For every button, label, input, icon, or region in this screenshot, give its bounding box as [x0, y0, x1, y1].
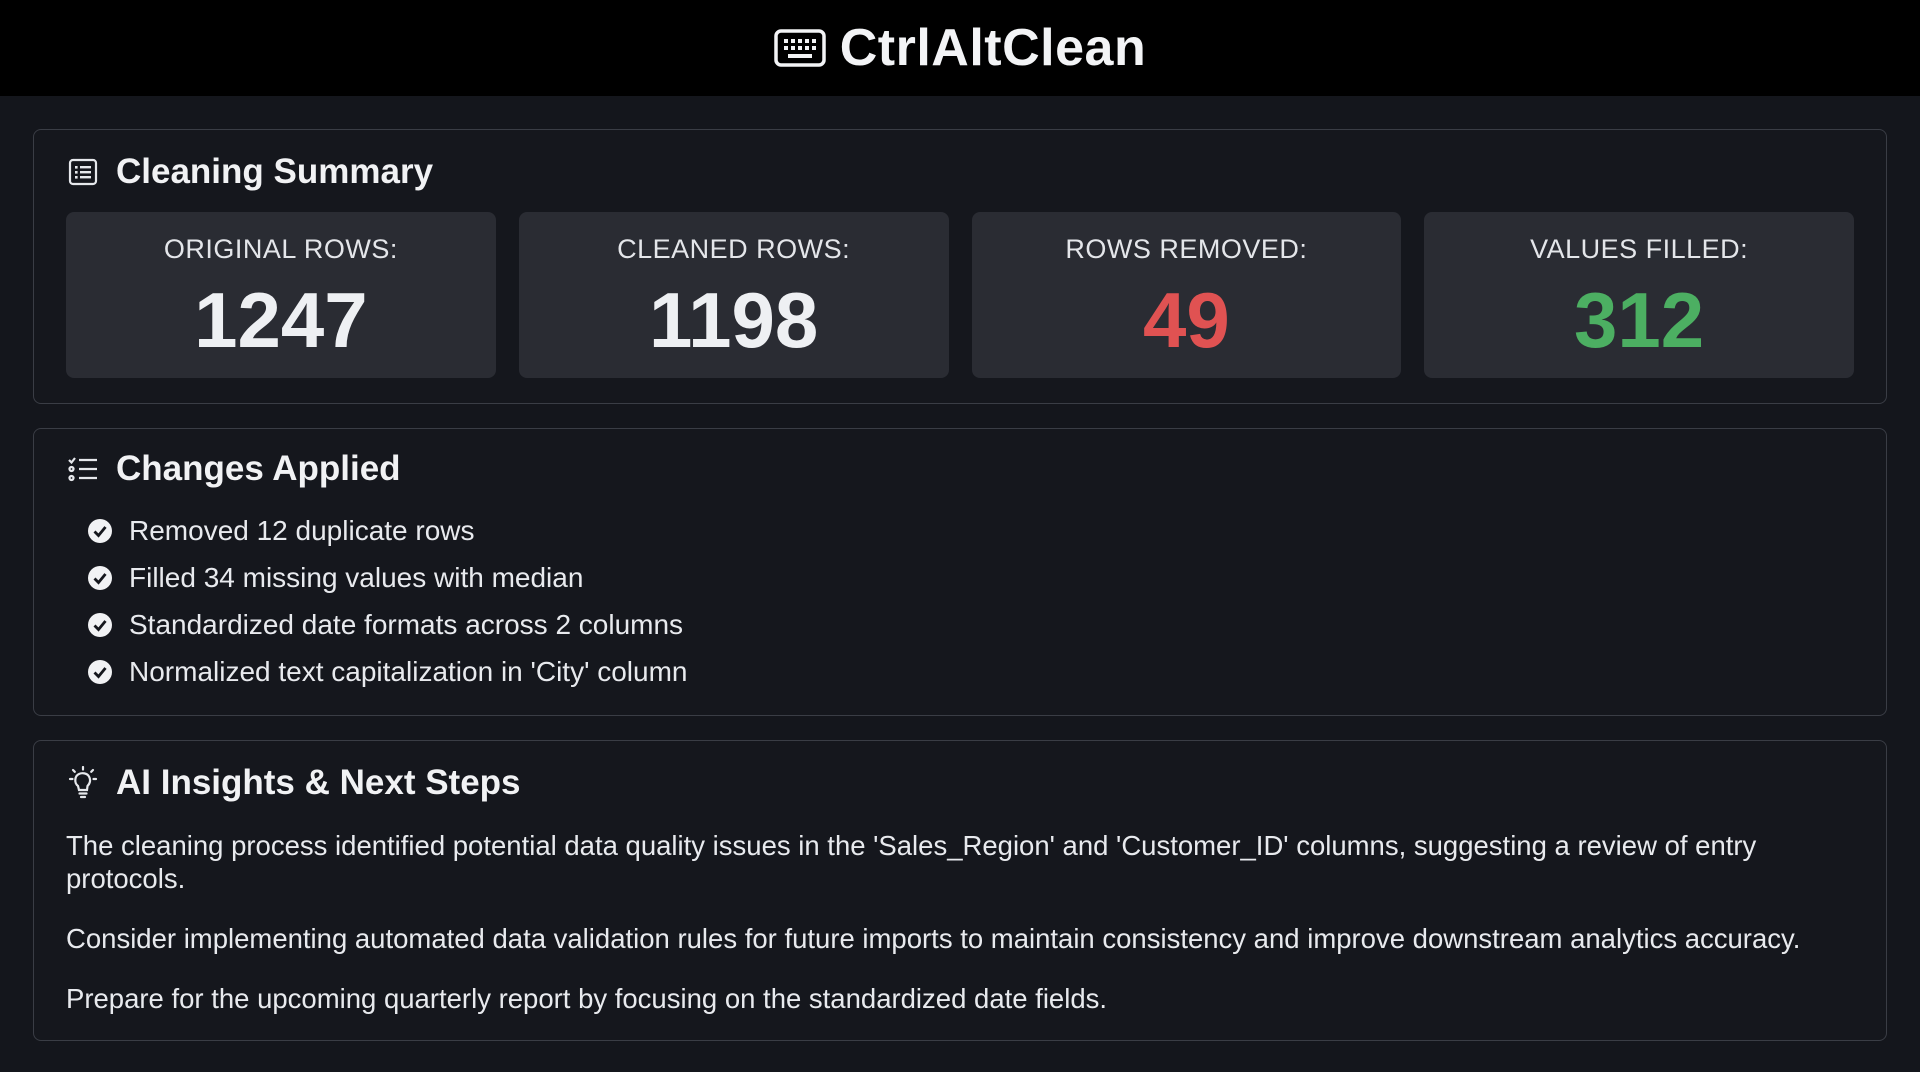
checklist-icon [66, 452, 100, 486]
main-content: Cleaning Summary ORIGINAL ROWS: 1247 CLE… [0, 96, 1920, 1041]
list-item: Removed 12 duplicate rows [87, 507, 1854, 554]
app-header: CtrlAltClean [0, 0, 1920, 96]
list-document-icon [66, 155, 100, 189]
cleaning-summary-panel: Cleaning Summary ORIGINAL ROWS: 1247 CLE… [33, 129, 1887, 404]
stat-values-filled: VALUES FILLED: 312 [1424, 212, 1854, 378]
change-text: Filled 34 missing values with median [129, 561, 584, 593]
stats-row: ORIGINAL ROWS: 1247 CLEANED ROWS: 1198 R… [66, 212, 1854, 378]
changes-title: Changes Applied [116, 449, 401, 488]
lightbulb-icon [66, 766, 100, 800]
stat-original-rows: ORIGINAL ROWS: 1247 [66, 212, 496, 378]
insights-title: AI Insights & Next Steps [116, 763, 521, 802]
list-item: Filled 34 missing values with median [87, 554, 1854, 601]
change-text: Standardized date formats across 2 colum… [129, 608, 684, 640]
keyboard-icon [774, 28, 826, 68]
changes-header: Changes Applied [66, 449, 1854, 489]
stat-rows-removed: ROWS REMOVED: 49 [971, 212, 1402, 378]
stat-label: CLEANED ROWS: [617, 234, 851, 264]
ai-insights-panel: AI Insights & Next Steps The cleaning pr… [33, 740, 1887, 1041]
insights-header: AI Insights & Next Steps [66, 763, 1854, 803]
stat-label: ORIGINAL ROWS: [163, 234, 398, 264]
change-list: Removed 12 duplicate rows Filled 34 miss… [66, 507, 1854, 695]
stat-value: 312 [1574, 276, 1705, 364]
stat-value: 1198 [649, 276, 819, 364]
list-item: Standardized date formats across 2 colum… [87, 601, 1854, 648]
stat-cleaned-rows: CLEANED ROWS: 1198 [518, 212, 949, 378]
stat-value: 49 [1142, 276, 1230, 364]
changes-applied-panel: Changes Applied Removed 12 duplicate row… [33, 428, 1887, 716]
summary-title: Cleaning Summary [116, 152, 434, 191]
list-item: Normalized text capitalization in 'City'… [87, 648, 1854, 695]
change-text: Normalized text capitalization in 'City'… [129, 655, 688, 687]
app-title: CtrlAltClean [839, 19, 1147, 77]
check-circle-icon [87, 612, 113, 638]
insight-paragraph: Prepare for the upcoming quarterly repor… [66, 983, 1108, 1014]
stat-label: VALUES FILLED: [1530, 234, 1749, 264]
insight-paragraph: The cleaning process identified potentia… [66, 830, 1757, 894]
change-text: Removed 12 duplicate rows [129, 514, 475, 546]
insight-paragraph: Consider implementing automated data val… [66, 923, 1801, 954]
check-circle-icon [87, 659, 113, 685]
check-circle-icon [87, 518, 113, 544]
stat-label: ROWS REMOVED: [1065, 234, 1308, 264]
summary-header: Cleaning Summary [66, 152, 1854, 192]
stat-value: 1247 [194, 276, 368, 364]
check-circle-icon [87, 565, 113, 591]
